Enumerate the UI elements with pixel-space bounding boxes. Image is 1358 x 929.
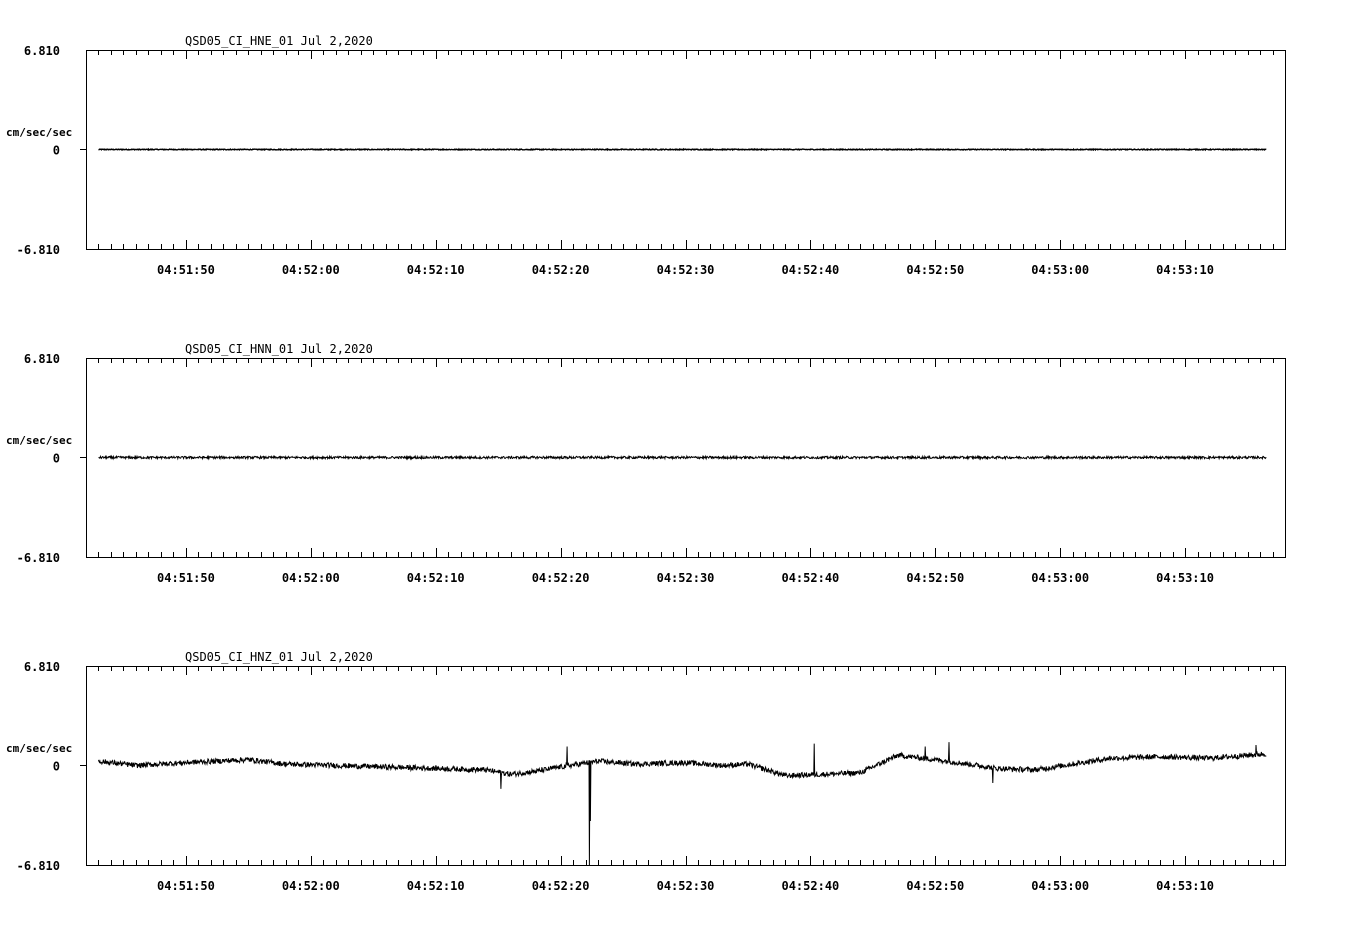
x-tick-label: 04:52:20 xyxy=(532,879,590,893)
x-tick-label: 04:51:50 xyxy=(157,879,215,893)
chart-title: QSD05_CI_HNE_01 Jul 2,2020 xyxy=(185,34,373,48)
x-tick-label: 04:53:10 xyxy=(1156,879,1214,893)
x-tick-label: 04:52:30 xyxy=(657,879,715,893)
x-tick-label: 04:52:10 xyxy=(407,879,465,893)
y-axis-label: cm/sec/sec xyxy=(6,434,72,447)
chart-title: QSD05_CI_HNN_01 Jul 2,2020 xyxy=(185,342,373,356)
x-tick-label: 04:52:50 xyxy=(906,879,964,893)
x-tick-label: 04:52:40 xyxy=(781,263,839,277)
x-tick-label: 04:52:30 xyxy=(657,571,715,585)
x-tick-label: 04:52:20 xyxy=(532,571,590,585)
x-tick-label: 04:52:20 xyxy=(532,263,590,277)
x-tick-label: 04:52:30 xyxy=(657,263,715,277)
waveform-trace xyxy=(98,742,1267,866)
x-tick-label: 04:53:00 xyxy=(1031,879,1089,893)
y-tick-label: -6.810 xyxy=(17,859,60,873)
x-tick-label: 04:53:00 xyxy=(1031,571,1089,585)
x-tick-label: 04:52:10 xyxy=(407,263,465,277)
chart-title: QSD05_CI_HNZ_01 Jul 2,2020 xyxy=(185,650,373,664)
x-tick-label: 04:52:50 xyxy=(906,263,964,277)
seismogram-charts: QSD05_CI_HNE_01 Jul 2,2020 6.810 0 -6.810 cm… xyxy=(6,34,1286,893)
x-tick-label: 04:52:40 xyxy=(781,571,839,585)
y-axis-label: cm/sec/sec xyxy=(6,126,72,139)
x-tick-label: 04:51:50 xyxy=(157,571,215,585)
y-tick-label: 6.810 xyxy=(24,660,60,674)
y-tick-label: -6.810 xyxy=(17,243,60,257)
y-tick-label: 0 xyxy=(53,144,60,158)
y-tick-label: 6.810 xyxy=(24,352,60,366)
x-tick-label: 04:52:00 xyxy=(282,263,340,277)
plot-frame xyxy=(86,666,1286,866)
x-tick-label: 04:53:10 xyxy=(1156,263,1214,277)
seismogram-page: QSD05_CI_HNE_01 Jul 2,2020 6.810 0 -6.810 cm… xyxy=(0,0,1358,924)
y-tick-label: -6.810 xyxy=(17,551,60,565)
x-tick-label: 04:53:10 xyxy=(1156,571,1214,585)
x-tick-label: 04:52:40 xyxy=(781,879,839,893)
y-axis-label: cm/sec/sec xyxy=(6,742,72,755)
x-tick-label: 04:52:50 xyxy=(906,571,964,585)
x-tick-label: 04:52:00 xyxy=(282,879,340,893)
x-tick-label: 04:52:10 xyxy=(407,571,465,585)
waveform-trace xyxy=(98,147,1267,152)
y-tick-label: 0 xyxy=(53,452,60,466)
waveform-trace xyxy=(98,454,1267,461)
x-tick-label: 04:51:50 xyxy=(157,263,215,277)
x-tick-label: 04:53:00 xyxy=(1031,263,1089,277)
x-tick-label: 04:52:00 xyxy=(282,571,340,585)
y-tick-label: 0 xyxy=(53,760,60,774)
y-tick-label: 6.810 xyxy=(24,44,60,58)
